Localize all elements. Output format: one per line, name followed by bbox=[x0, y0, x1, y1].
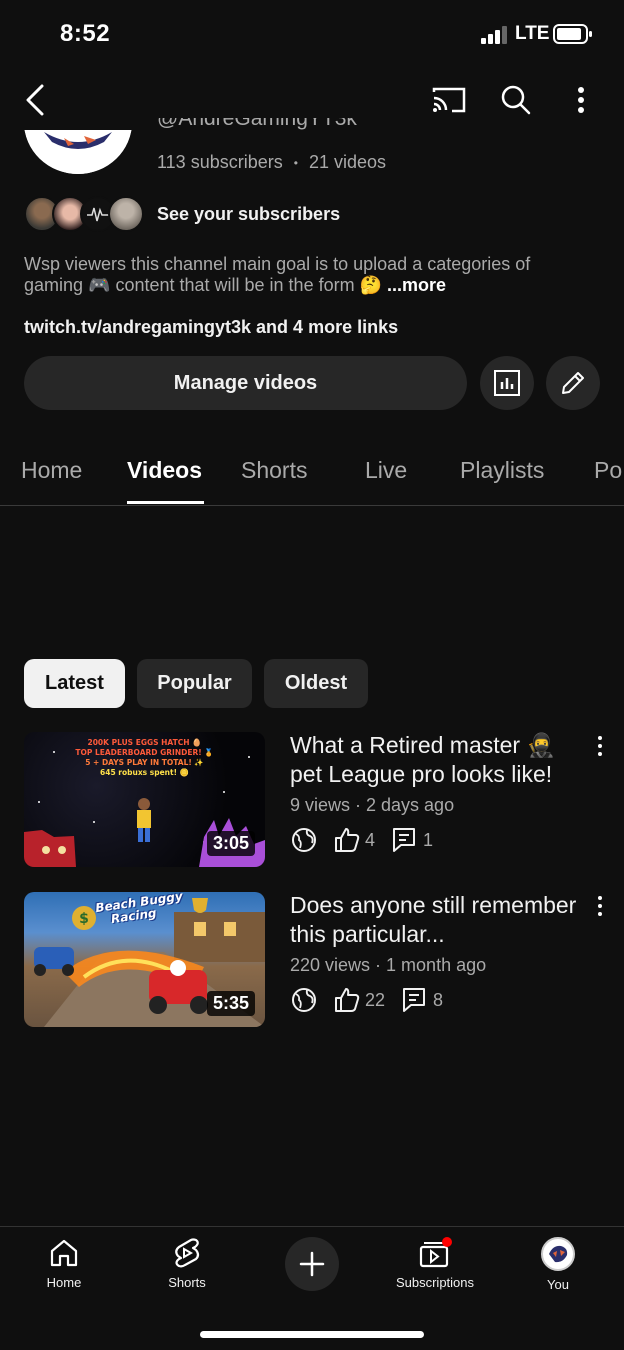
shorts-icon bbox=[175, 1238, 200, 1268]
subscriber-avatars[interactable] bbox=[24, 196, 148, 232]
comment-count: 1 bbox=[423, 829, 434, 850]
pencil-icon bbox=[562, 372, 584, 394]
thumbnail-caption: 200K PLUS EGGS HATCH 🥚 TOP LEADERBOARD G… bbox=[24, 738, 265, 778]
comment-icon bbox=[393, 828, 416, 852]
edit-channel-button[interactable] bbox=[546, 356, 600, 410]
filter-oldest[interactable]: Oldest bbox=[264, 659, 368, 708]
plus-icon bbox=[299, 1251, 325, 1277]
like-icon bbox=[335, 828, 360, 852]
video-meta: 220 views · 1 month ago bbox=[290, 955, 487, 975]
channel-description[interactable]: Wsp viewers this channel main goal is to… bbox=[24, 254, 584, 296]
description-text: Wsp viewers this channel main goal is to… bbox=[24, 254, 531, 295]
network-type: LTE bbox=[515, 23, 550, 44]
nav-home[interactable]: Home bbox=[9, 1237, 119, 1290]
nav-subscriptions[interactable]: Subscriptions bbox=[380, 1237, 490, 1290]
more-link[interactable]: ...more bbox=[387, 275, 446, 295]
bottom-navigation: Home Shorts Subscriptions You bbox=[0, 1226, 624, 1350]
channel-tabs: Home Videos Shorts Live Playlists Po bbox=[0, 432, 624, 506]
tab-posts[interactable]: Po bbox=[594, 457, 622, 484]
tab-shorts[interactable]: Shorts bbox=[241, 457, 307, 484]
notification-dot bbox=[442, 1237, 452, 1247]
battery-icon bbox=[553, 24, 592, 44]
profile-avatar bbox=[541, 1237, 575, 1271]
thumbnail-text: TOP LEADERBOARD GRINDER! 🏅 bbox=[75, 748, 214, 757]
stats-separator: • bbox=[293, 156, 298, 171]
filter-popular[interactable]: Popular bbox=[137, 659, 252, 708]
search-icon[interactable] bbox=[496, 80, 536, 120]
more-options-icon[interactable] bbox=[561, 80, 601, 120]
nav-label: You bbox=[547, 1277, 569, 1292]
like-icon bbox=[335, 988, 360, 1012]
tab-home[interactable]: Home bbox=[21, 457, 82, 484]
globe-icon bbox=[292, 988, 316, 1012]
video-stats: 22 8 bbox=[290, 986, 443, 1014]
tab-live[interactable]: Live bbox=[365, 457, 407, 484]
comment-count: 8 bbox=[433, 989, 444, 1010]
video-duration: 3:05 bbox=[206, 831, 255, 856]
nav-you[interactable]: You bbox=[503, 1237, 613, 1292]
video-duration: 5:35 bbox=[206, 991, 255, 1016]
analytics-button[interactable] bbox=[480, 356, 534, 410]
comment-icon bbox=[403, 988, 426, 1012]
tab-videos[interactable]: Videos bbox=[127, 457, 202, 484]
subscriptions-icon bbox=[419, 1237, 452, 1268]
analytics-icon bbox=[494, 370, 520, 396]
nav-label: Subscriptions bbox=[395, 1275, 475, 1290]
subscriber-avatar bbox=[108, 196, 144, 232]
channel-handle: @AndreGamingYT3k bbox=[157, 118, 357, 130]
back-icon[interactable] bbox=[16, 80, 56, 120]
channel-links[interactable]: twitch.tv/andregamingyt3k and 4 more lin… bbox=[24, 317, 398, 338]
see-subscribers-link[interactable]: See your subscribers bbox=[157, 204, 340, 225]
video-thumbnail[interactable]: $ Beach Buggy Racing 5:35 bbox=[24, 892, 265, 1027]
subscriber-count: 113 subscribers bbox=[157, 152, 283, 172]
nav-label: Home bbox=[46, 1275, 82, 1290]
channel-stats: 113 subscribers • 21 videos bbox=[157, 152, 386, 173]
video-title[interactable]: What a Retired master 🥷 pet League pro l… bbox=[290, 731, 580, 789]
video-meta: 9 views · 2 days ago bbox=[290, 795, 455, 815]
active-tab-indicator bbox=[127, 501, 204, 504]
home-icon bbox=[50, 1239, 78, 1267]
tab-playlists[interactable]: Playlists bbox=[460, 457, 544, 484]
manage-videos-button[interactable]: Manage videos bbox=[24, 356, 467, 410]
like-count: 4 bbox=[365, 829, 376, 850]
video-count: 21 videos bbox=[308, 152, 387, 172]
cellular-signal-icon bbox=[481, 26, 507, 44]
filter-latest[interactable]: Latest bbox=[24, 659, 125, 708]
nav-shorts[interactable]: Shorts bbox=[132, 1237, 242, 1290]
cast-icon[interactable] bbox=[429, 80, 469, 120]
create-button[interactable] bbox=[285, 1237, 339, 1291]
thumbnail-text: 200K PLUS EGGS HATCH 🥚 bbox=[87, 738, 202, 747]
video-thumbnail[interactable]: 200K PLUS EGGS HATCH 🥚 TOP LEADERBOARD G… bbox=[24, 732, 265, 867]
svg-text:$: $ bbox=[79, 911, 89, 927]
video-menu-icon[interactable] bbox=[592, 891, 608, 921]
video-menu-icon[interactable] bbox=[592, 731, 608, 761]
nav-label: Shorts bbox=[168, 1275, 206, 1290]
home-indicator[interactable] bbox=[200, 1331, 424, 1338]
like-count: 22 bbox=[365, 989, 386, 1010]
globe-icon bbox=[292, 828, 316, 852]
thumbnail-text: 645 robuxs spent! 🪙 bbox=[100, 768, 189, 777]
video-stats: 4 1 bbox=[290, 826, 433, 854]
video-title[interactable]: Does anyone still remember this particul… bbox=[290, 891, 580, 949]
thumbnail-text: 5 + DAYS PLAY IN TOTAL! ✨ bbox=[85, 758, 204, 767]
status-time: 8:52 bbox=[60, 20, 111, 47]
